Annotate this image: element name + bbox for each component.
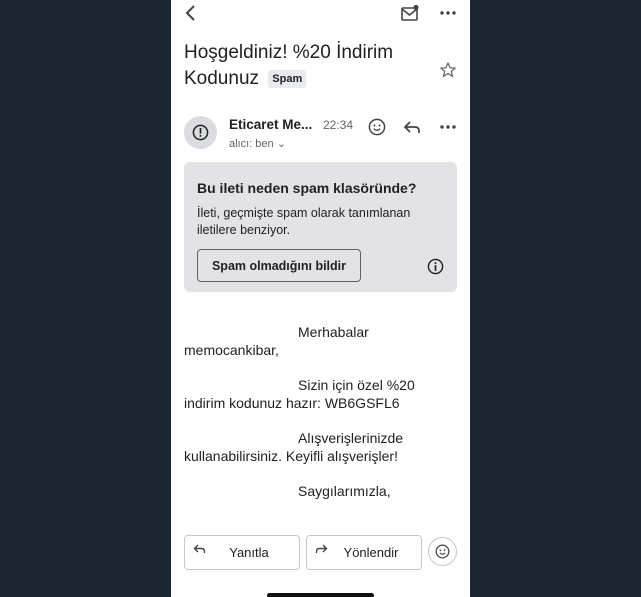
alert-circle-icon [192, 124, 209, 141]
body-greeting-line-1: Merhabalar [298, 324, 369, 340]
message-more-icon[interactable] [437, 118, 459, 136]
sender-avatar[interactable] [184, 116, 217, 149]
body-usage: Alışverişlerinizde kullanabilirsiniz. Ke… [184, 429, 424, 465]
emoji-react-button[interactable] [428, 537, 457, 566]
body-usage-line-1: Alışverişlerinizde [298, 430, 404, 446]
star-icon[interactable] [438, 60, 458, 80]
body-usage-line-2: kullanabilirsiniz. Keyifli alışverişler! [184, 448, 398, 464]
spam-notice-description: İleti, geçmişte spam olarak tanımlanan i… [197, 206, 411, 237]
reply-label: Yanıtla [229, 545, 269, 560]
back-arrow-icon[interactable] [179, 2, 201, 24]
emoji-icon [435, 544, 450, 559]
body-greeting-line-2: memocankibar, [184, 342, 279, 358]
body-discount-line-2: indirim kodunuz hazır: WB6GSFL6 [184, 395, 400, 411]
body-discount-code: Sizin için özel %20 indirim kodunuz hazı… [184, 376, 424, 412]
mail-unread-icon[interactable] [399, 3, 421, 23]
body-signoff: Saygılarımızla, [184, 482, 424, 500]
body-greeting: Merhabalar memocankibar, [184, 323, 424, 359]
spam-label-badge[interactable]: Spam [268, 69, 307, 88]
info-icon[interactable] [426, 257, 444, 275]
body-signoff-line: Saygılarımızla, [298, 483, 391, 499]
sender-name[interactable]: Eticaret Me... [229, 117, 317, 132]
more-options-icon[interactable] [437, 4, 459, 22]
emoji-reaction-icon[interactable] [367, 117, 387, 137]
reply-button[interactable]: Yanıtla [184, 535, 300, 570]
email-view: Hoşgeldiniz! %20 İndirim Kodunuz Spam Et… [171, 0, 470, 597]
report-not-spam-button[interactable]: Spam olmadığını bildir [197, 249, 361, 282]
body-discount-line-1: Sizin için özel %20 [298, 377, 415, 393]
home-indicator[interactable] [267, 593, 374, 597]
forward-button[interactable]: Yönlendir [306, 535, 422, 570]
forward-label: Yönlendir [343, 545, 399, 560]
spam-notice-title: Bu ileti neden spam klasöründe? [197, 180, 417, 196]
reply-icon[interactable] [402, 117, 422, 137]
email-time: 22:34 [323, 118, 354, 132]
recipient-details-toggle[interactable]: alıcı: ben ⌄ [229, 137, 286, 150]
email-subject: Hoşgeldiniz! %20 İndirim Kodunuz Spam [184, 40, 424, 92]
